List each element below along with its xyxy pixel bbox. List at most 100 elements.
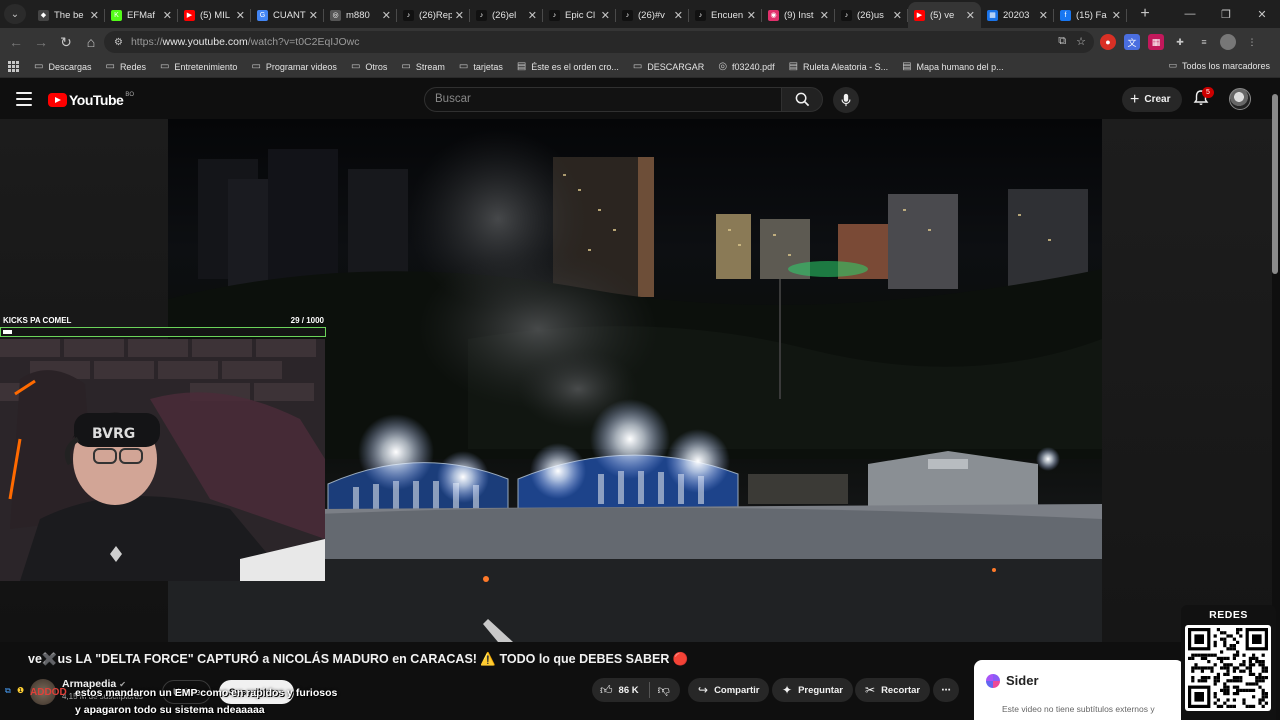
- browser-tab[interactable]: ♪ (26)#v ✕: [616, 2, 689, 28]
- create-button[interactable]: + Crear: [1122, 87, 1183, 112]
- bookmark-item[interactable]: ▤ Ruleta Aleatoria - S...: [789, 61, 889, 72]
- tab-close-icon[interactable]: ✕: [1039, 9, 1048, 22]
- browser-tab[interactable]: ♪ (26)us ✕: [835, 2, 908, 28]
- extensions-puzzle-icon[interactable]: ✚: [1172, 34, 1188, 50]
- clip-label: Recortar: [881, 684, 921, 696]
- dislike-button[interactable]: 👎︎: [650, 678, 680, 702]
- tab-close-icon[interactable]: ✕: [820, 9, 829, 22]
- install-app-icon[interactable]: ⧉: [1058, 35, 1066, 48]
- browser-tab[interactable]: G CUANT ✕: [251, 2, 324, 28]
- tab-favicon-icon: K: [111, 9, 122, 21]
- browser-tab[interactable]: ♪ Encuen ✕: [689, 2, 762, 28]
- browser-tab[interactable]: ◉ (9) Inst ✕: [762, 2, 835, 28]
- restore-icon[interactable]: ❐: [1208, 0, 1244, 28]
- tab-title: (26)el: [492, 9, 517, 21]
- all-bookmarks[interactable]: ▭ Todos los marcadores: [1168, 60, 1270, 71]
- tab-search-icon[interactable]: ⌄: [4, 4, 26, 24]
- browser-tabstrip: ⌄ ◆ The be ✕ K EFMaf ✕ ▶ (5) MIL ✕ G CUANT ✕ ◎ m880 ✕ ♪…: [0, 0, 1280, 28]
- reading-list-icon[interactable]: ≡: [1196, 34, 1212, 50]
- bookmark-item[interactable]: ▭ DESCARGAR: [633, 61, 704, 72]
- tab-close-icon[interactable]: ✕: [893, 9, 902, 22]
- bookmark-item[interactable]: ▭ tarjetas: [459, 61, 503, 72]
- bookmark-list: ▭ Descargas ▭ Redes ▭ Entretenimiento ▭ Program…: [34, 61, 1018, 72]
- bookmark-item[interactable]: ▭ Descargas: [34, 61, 91, 72]
- player-right-padding: [1102, 119, 1272, 642]
- tab-close-icon[interactable]: ✕: [966, 9, 975, 22]
- extension-translate-icon[interactable]: 文: [1124, 34, 1140, 50]
- bookmark-item[interactable]: ▭ Redes: [105, 61, 145, 72]
- menu-icon[interactable]: [16, 92, 32, 106]
- bookmark-item[interactable]: ▭ Stream: [401, 61, 444, 72]
- back-icon[interactable]: ←: [4, 30, 28, 54]
- browser-menu-icon[interactable]: ⋮: [1244, 34, 1260, 50]
- sider-panel[interactable]: Sider Este video no tiene subtítulos ext…: [974, 660, 1184, 720]
- reload-icon[interactable]: ↻: [54, 30, 78, 54]
- tab-title: (26)Rep: [419, 9, 452, 21]
- tab-favicon-icon: ▦: [987, 9, 998, 21]
- bookmark-item[interactable]: ◎ f03240.pdf: [718, 61, 774, 72]
- browser-tab[interactable]: K EFMaf ✕: [105, 2, 178, 28]
- chat-message-line-2: y apagaron todo su sistema ndeaaaaa: [75, 704, 265, 716]
- youtube-logo[interactable]: YouTube BO: [48, 92, 134, 108]
- tab-close-icon[interactable]: ✕: [455, 9, 464, 22]
- tab-close-icon[interactable]: ✕: [674, 9, 683, 22]
- bookmark-item[interactable]: ▤ Mapa humano del p...: [902, 61, 1004, 72]
- ask-button[interactable]: ✦ Preguntar: [772, 678, 853, 702]
- browser-tab[interactable]: ♪ (26)el ✕: [470, 2, 543, 28]
- tab-favicon-icon: ▶: [184, 9, 195, 21]
- home-icon[interactable]: ⌂: [79, 30, 103, 54]
- more-actions-button[interactable]: ⋯: [933, 678, 959, 702]
- browser-tab[interactable]: ▶ (5) ve ✕: [908, 2, 981, 28]
- search-input[interactable]: Buscar: [424, 87, 782, 112]
- tab-title: EFMaf: [127, 9, 155, 21]
- thumbs-down-icon: 👎︎: [657, 682, 670, 697]
- clip-button[interactable]: ✂ Recortar: [855, 678, 931, 702]
- browser-tab[interactable]: f (15) Fa ✕: [1054, 2, 1127, 28]
- browser-tab[interactable]: ◎ m880 ✕: [324, 2, 397, 28]
- tab-favicon-icon: ◆: [38, 9, 49, 21]
- account-avatar[interactable]: [1229, 88, 1251, 110]
- tab-close-icon[interactable]: ✕: [236, 9, 245, 22]
- forward-icon[interactable]: →: [29, 30, 53, 54]
- screen: ⌄ ◆ The be ✕ K EFMaf ✕ ▶ (5) MIL ✕ G CUANT ✕ ◎ m880 ✕ ♪…: [0, 0, 1280, 720]
- site-info-icon[interactable]: ⚙: [114, 37, 123, 48]
- tab-favicon-icon: ▶: [914, 9, 925, 21]
- apps-grid-icon[interactable]: [8, 60, 20, 73]
- scrollbar-thumb[interactable]: [1272, 94, 1278, 274]
- search-icon: [795, 92, 809, 107]
- new-tab-button[interactable]: +: [1133, 2, 1157, 26]
- tab-close-icon[interactable]: ✕: [309, 9, 318, 22]
- url-path: /watch?v=t0C2EqIJOwc: [247, 36, 360, 48]
- voice-search-button[interactable]: [833, 87, 859, 113]
- bookmark-item[interactable]: ▭ Entretenimiento: [160, 61, 238, 72]
- browser-tab[interactable]: ♪ Epic Cl ✕: [543, 2, 616, 28]
- browser-tab[interactable]: ◆ The be ✕: [32, 2, 105, 28]
- minimize-icon[interactable]: —: [1172, 0, 1208, 28]
- bookmark-star-icon[interactable]: ☆: [1076, 35, 1086, 48]
- extension-icon[interactable]: ▦: [1148, 34, 1164, 50]
- extension-red-icon[interactable]: ●: [1100, 34, 1116, 50]
- tab-title: (5) ve: [930, 9, 955, 21]
- tab-close-icon[interactable]: ✕: [1112, 9, 1121, 22]
- address-bar[interactable]: ⚙ https://www.youtube.com/watch?v=t0C2Eq…: [104, 31, 1094, 53]
- browser-tab[interactable]: ▦ 20203 ✕: [981, 2, 1054, 28]
- browser-tab[interactable]: ♪ (26)Rep ✕: [397, 2, 470, 28]
- tab-close-icon[interactable]: ✕: [382, 9, 391, 22]
- tab-close-icon[interactable]: ✕: [747, 9, 756, 22]
- tab-close-icon[interactable]: ✕: [601, 9, 610, 22]
- page-scrollbar[interactable]: [1271, 82, 1279, 642]
- tab-close-icon[interactable]: ✕: [528, 9, 537, 22]
- notifications-button[interactable]: 5: [1192, 87, 1214, 109]
- bookmark-item[interactable]: ▭ Programar videos: [251, 61, 336, 72]
- tab-close-icon[interactable]: ✕: [163, 9, 172, 22]
- bookmark-item[interactable]: ▭ Otros: [351, 61, 387, 72]
- tab-close-icon[interactable]: ✕: [90, 9, 99, 22]
- browser-tab[interactable]: ▶ (5) MIL ✕: [178, 2, 251, 28]
- profile-avatar[interactable]: [1220, 34, 1236, 50]
- bookmark-item[interactable]: ▤ Éste es el orden cro...: [517, 61, 619, 72]
- close-window-icon[interactable]: ✕: [1244, 0, 1280, 28]
- search-button[interactable]: [781, 87, 823, 112]
- like-button[interactable]: 👍︎ 86 K: [592, 678, 649, 702]
- qr-overlay: REDES: [1181, 605, 1276, 720]
- share-button[interactable]: ↪ Compartir: [688, 678, 770, 702]
